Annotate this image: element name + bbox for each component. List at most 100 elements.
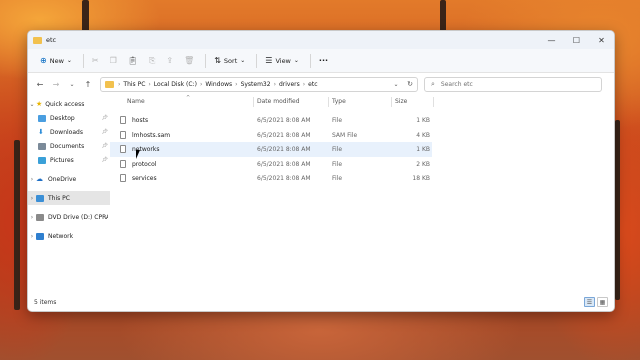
file-row-hosts[interactable]: hosts 6/5/2021 8:08 AM File 1 KB bbox=[110, 113, 432, 128]
documents-icon bbox=[38, 142, 46, 150]
rename-icon: ⎘ bbox=[148, 55, 156, 65]
new-button[interactable]: ⊕ New ⌄ bbox=[36, 52, 79, 70]
toolbar-divider bbox=[205, 53, 207, 68]
column-divider[interactable] bbox=[328, 97, 329, 107]
paste-button[interactable]: 📋︎ bbox=[124, 52, 145, 70]
breadcrumb-etc[interactable]: etc bbox=[308, 81, 317, 88]
sort-ascending-icon: ^ bbox=[186, 95, 191, 101]
share-button[interactable]: ⇪ bbox=[162, 52, 180, 70]
desktop-icon bbox=[38, 114, 46, 122]
chevron-down-icon[interactable]: ⌄ bbox=[28, 101, 36, 108]
file-date: 6/5/2021 8:08 AM bbox=[257, 117, 311, 124]
search-icon: ⌕ bbox=[431, 79, 435, 88]
address-bar[interactable]: › This PC › Local Disk (C:) › Windows › … bbox=[100, 76, 418, 92]
file-row-networks[interactable]: networks 6/5/2021 8:08 AM File 1 KB bbox=[110, 142, 432, 157]
delete-button[interactable]: 🗑︎ bbox=[180, 52, 201, 70]
file-size: 1 KB bbox=[416, 117, 430, 124]
dvd-icon bbox=[36, 213, 44, 221]
breadcrumb-system32[interactable]: System32 bbox=[241, 81, 271, 88]
details-view-icon[interactable]: ☰ bbox=[584, 297, 595, 307]
sidebar-item-onedrive[interactable]: › ☁ OneDrive bbox=[28, 172, 110, 186]
file-date: 6/5/2021 8:08 AM bbox=[257, 146, 311, 153]
view-button[interactable]: ☰ View ⌄ bbox=[261, 52, 306, 70]
minimize-button[interactable]: — bbox=[539, 31, 564, 49]
address-row: ← → ⌄ ↑ › This PC › Local Disk (C:) › Wi… bbox=[28, 73, 614, 95]
file-date: 6/5/2021 8:08 AM bbox=[257, 160, 311, 168]
view-list-icon: ☰ bbox=[265, 56, 273, 65]
sidebar-item-network[interactable]: › Network bbox=[28, 229, 110, 243]
chevron-right-icon: › bbox=[273, 80, 276, 88]
column-header-name[interactable]: Name bbox=[127, 98, 145, 105]
forward-arrow-icon[interactable]: → bbox=[48, 80, 64, 89]
column-header-type[interactable]: Type bbox=[332, 98, 346, 105]
column-header-size[interactable]: Size bbox=[395, 98, 407, 105]
refresh-icon[interactable]: ↻ bbox=[403, 80, 417, 88]
sort-button[interactable]: ⇅ Sort ⌄ bbox=[210, 52, 252, 70]
chevron-down-icon: ⌄ bbox=[240, 57, 246, 64]
close-button[interactable]: ✕ bbox=[589, 31, 614, 49]
mouse-cursor-icon bbox=[136, 150, 140, 159]
share-icon: ⇪ bbox=[166, 56, 174, 65]
sidebar-item-this-pc[interactable]: › This PC bbox=[28, 191, 110, 205]
chevron-right-icon[interactable]: › bbox=[28, 176, 36, 183]
sidebar-item-dvd-drive[interactable]: › DVD Drive (D:) CPRA bbox=[28, 210, 110, 224]
sidebar-item-quick-access[interactable]: ⌄ ★ Quick access bbox=[28, 97, 110, 111]
sidebar-item-label: Network bbox=[48, 232, 74, 240]
sidebar-item-desktop[interactable]: Desktop 📌︎ bbox=[28, 111, 110, 125]
pictures-icon bbox=[38, 156, 46, 164]
file-type: SAM File bbox=[332, 131, 358, 139]
column-divider[interactable] bbox=[391, 97, 392, 107]
file-row-lmhosts[interactable]: lmhosts.sam 6/5/2021 8:08 AM SAM File 4 … bbox=[110, 128, 432, 143]
address-history-chevron-icon[interactable]: ⌄ bbox=[389, 81, 403, 88]
rename-button[interactable]: ⎘ bbox=[145, 52, 162, 70]
file-icon bbox=[120, 116, 126, 124]
plus-circle-icon: ⊕ bbox=[40, 56, 47, 65]
pin-icon: 📌︎ bbox=[101, 129, 108, 135]
file-row-services[interactable]: services 6/5/2021 8:08 AM File 18 KB bbox=[110, 171, 432, 186]
breadcrumb-drivers[interactable]: drivers bbox=[279, 81, 300, 88]
column-divider[interactable] bbox=[253, 97, 254, 107]
file-type: File bbox=[332, 146, 343, 153]
file-size: 2 KB bbox=[416, 160, 430, 168]
file-date: 6/5/2021 8:08 AM bbox=[257, 175, 311, 182]
column-header-date-modified[interactable]: Date modified bbox=[257, 98, 300, 105]
file-icon bbox=[120, 145, 126, 153]
chevron-right-icon: › bbox=[118, 80, 121, 88]
tree-trunk bbox=[440, 0, 446, 34]
tree-trunk bbox=[14, 140, 20, 310]
sidebar-item-label: OneDrive bbox=[48, 175, 77, 183]
chevron-right-icon: › bbox=[302, 80, 306, 88]
title-bar: etc — ☐ ✕ bbox=[28, 31, 614, 49]
column-divider[interactable] bbox=[433, 97, 434, 107]
up-arrow-icon[interactable]: ↑ bbox=[80, 80, 96, 89]
breadcrumb-local-disk[interactable]: Local Disk (C:) bbox=[154, 81, 197, 88]
breadcrumb-windows[interactable]: Windows bbox=[205, 81, 232, 88]
back-arrow-icon[interactable]: ← bbox=[32, 80, 48, 89]
chevron-right-icon: › bbox=[148, 80, 151, 88]
chevron-down-icon[interactable]: ⌄ bbox=[64, 81, 80, 88]
maximize-button[interactable]: ☐ bbox=[564, 31, 589, 49]
breadcrumb-this-pc[interactable]: This PC bbox=[123, 81, 145, 88]
sort-button-label: Sort bbox=[223, 56, 238, 65]
sort-icon: ⇅ bbox=[214, 56, 221, 65]
chevron-right-icon[interactable]: › bbox=[28, 233, 36, 240]
sidebar-item-downloads[interactable]: ⬇ Downloads 📌︎ bbox=[28, 125, 110, 139]
chevron-right-icon: › bbox=[199, 80, 203, 88]
copy-button[interactable]: ❐ bbox=[106, 52, 124, 70]
file-row-protocol[interactable]: protocol 6/5/2021 8:08 AM File 2 KB bbox=[110, 157, 432, 172]
sidebar-item-pictures[interactable]: Pictures 📌︎ bbox=[28, 153, 110, 167]
scissors-icon: ✂ bbox=[91, 56, 99, 65]
file-explorer-window: etc — ☐ ✕ ⊕ New ⌄ ✂ ❐ 📋︎ ⎘ ⇪ 🗑︎ ⇅ Sort ⌄… bbox=[27, 30, 615, 312]
more-options-button[interactable]: ··· bbox=[315, 52, 332, 70]
chevron-right-icon[interactable]: › bbox=[28, 214, 36, 221]
tree-trunk bbox=[615, 120, 620, 300]
cut-button[interactable]: ✂ bbox=[88, 52, 106, 70]
tiles-view-icon[interactable]: ▦ bbox=[597, 297, 608, 307]
download-icon: ⬇ bbox=[38, 128, 44, 136]
network-icon bbox=[36, 232, 44, 240]
chevron-down-icon: ⌄ bbox=[293, 57, 299, 64]
sidebar-item-documents[interactable]: Documents 📌︎ bbox=[28, 139, 110, 153]
chevron-right-icon[interactable]: › bbox=[28, 195, 36, 202]
search-input[interactable]: ⌕ Search etc bbox=[424, 76, 602, 92]
toolbar-divider bbox=[256, 53, 258, 68]
